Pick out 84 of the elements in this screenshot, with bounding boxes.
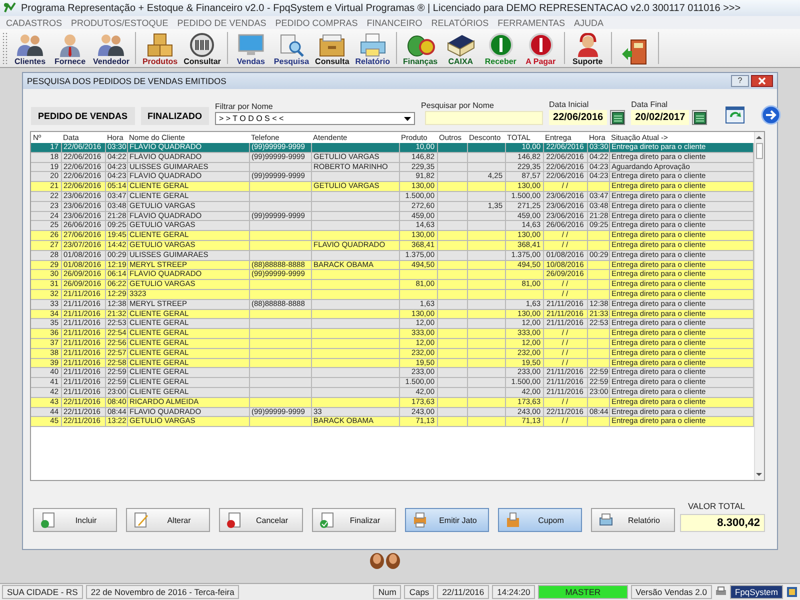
scroll-down-icon[interactable] bbox=[756, 473, 762, 476]
printer-icon bbox=[358, 33, 388, 57]
printer-icon bbox=[412, 512, 428, 528]
status-user: MASTER bbox=[538, 585, 628, 599]
action-button[interactable]: Emitir Jato bbox=[405, 508, 489, 532]
menu-item[interactable]: PEDIDO DE VENDAS bbox=[177, 18, 266, 28]
menu-item[interactable]: CADASTROS bbox=[6, 18, 62, 28]
date-field[interactable]: 22/06/2016 bbox=[549, 110, 608, 125]
toolbar-button[interactable]: Relatório bbox=[352, 29, 393, 67]
people-icon bbox=[96, 33, 126, 57]
field-label: Filtrar por Nome bbox=[215, 102, 274, 111]
toolbar-button[interactable]: Vendas bbox=[230, 29, 271, 67]
status-version: Versão Vendas 2.0 bbox=[630, 585, 712, 599]
money-icon bbox=[405, 33, 436, 57]
drawer-icon bbox=[317, 33, 348, 57]
menu-item[interactable]: FINANCEIRO bbox=[366, 18, 422, 28]
order-type-label: PEDIDO DE VENDAS bbox=[31, 107, 135, 125]
scrollbar-thumb[interactable] bbox=[756, 143, 763, 159]
boxes-icon bbox=[145, 33, 175, 57]
toolbar-button[interactable]: Clientes bbox=[10, 29, 50, 67]
toolbar-button[interactable]: Fornece bbox=[50, 29, 90, 67]
calendar-button[interactable] bbox=[692, 110, 708, 125]
close-button[interactable] bbox=[751, 75, 773, 87]
action-button[interactable]: Cupom bbox=[498, 508, 582, 532]
receipt-printer-icon bbox=[505, 512, 521, 528]
printer-icon bbox=[598, 512, 614, 528]
app-icon bbox=[3, 2, 17, 14]
total-label: VALOR TOTAL bbox=[687, 501, 746, 511]
toolbar-button[interactable]: Finanças bbox=[400, 29, 441, 67]
filter-dropdown[interactable]: > > T O D O S < < bbox=[215, 112, 416, 125]
calendar-icon bbox=[612, 112, 624, 124]
book-icon bbox=[446, 33, 476, 57]
people-icon bbox=[15, 33, 45, 57]
field-label: Data Inicial bbox=[549, 100, 590, 109]
scroll-up-icon[interactable] bbox=[756, 136, 762, 139]
menu-item[interactable]: AJUDA bbox=[574, 18, 604, 28]
status-label: FINALIZADO bbox=[140, 107, 210, 125]
menu-item[interactable]: PEDIDO COMPRAS bbox=[275, 18, 358, 28]
help-button[interactable]: ? bbox=[731, 75, 749, 87]
status-date: 22/11/2016 bbox=[437, 585, 490, 599]
cancel-document-icon bbox=[226, 512, 242, 528]
total-value-field: 8.300,42 bbox=[680, 514, 765, 532]
toolbar-button[interactable]: A Pagar bbox=[520, 29, 561, 67]
toolbar-button[interactable]: Vendedor bbox=[90, 29, 132, 67]
check-document-icon bbox=[319, 512, 335, 528]
action-button[interactable]: Alterar bbox=[126, 508, 210, 532]
add-document-icon bbox=[40, 512, 56, 528]
refresh-icon[interactable] bbox=[725, 105, 746, 125]
toolbar-button[interactable]: Suporte bbox=[568, 29, 608, 67]
status-date-text: 22 de Novembro de 2016 - Terca-feira bbox=[86, 585, 240, 599]
menu-item[interactable]: PRODUTOS/ESTOQUE bbox=[71, 18, 168, 28]
toolbar-button[interactable]: Pesquisa bbox=[270, 29, 312, 67]
monitor-icon bbox=[236, 33, 266, 57]
status-time: 14:24:20 bbox=[492, 585, 536, 599]
menu-item[interactable]: FERRAMENTAS bbox=[498, 18, 565, 28]
calendar-button[interactable] bbox=[610, 110, 626, 125]
date-field[interactable]: 20/02/2017 bbox=[631, 110, 690, 125]
field-label: Data Final bbox=[631, 100, 669, 109]
dropdown-caret-icon bbox=[404, 116, 412, 120]
printer-icon bbox=[715, 586, 727, 598]
toolbar-button[interactable]: Produtos bbox=[139, 29, 181, 67]
menu-item[interactable]: RELATÓRIOS bbox=[431, 18, 489, 28]
action-button[interactable]: Cancelar bbox=[219, 508, 303, 532]
action-button[interactable]: Relatório bbox=[591, 508, 675, 532]
toolbar-button[interactable]: Consultar bbox=[180, 29, 224, 67]
toolbar-button[interactable]: CAIXA bbox=[440, 29, 481, 67]
field-label: Pesquisar por Nome bbox=[421, 101, 495, 110]
status-brand: FpqSystem bbox=[730, 585, 783, 599]
dialog-title: PESQUISA DOS PEDIDOS DE VENDAS EMITIDOS bbox=[27, 76, 226, 86]
search-field[interactable] bbox=[425, 111, 544, 125]
sandals-drawing bbox=[368, 552, 402, 570]
close-icon bbox=[758, 77, 766, 85]
scrollbar[interactable] bbox=[754, 132, 764, 480]
window-title: Programa Representação + Estoque & Financeiro v2.0 - FpqSystem e Virtual Programas ® | Licenciado para DEMO REPRESENTACAO v2.0 300117 011016 >>> bbox=[21, 2, 741, 14]
action-button[interactable]: Finalizar bbox=[312, 508, 396, 532]
caps-lock-indicator: Caps bbox=[404, 585, 434, 599]
toolbar-button[interactable]: Consulta bbox=[312, 29, 352, 67]
calendar-icon bbox=[694, 112, 706, 124]
action-button[interactable]: Incluir bbox=[33, 508, 117, 532]
pencil-icon bbox=[133, 512, 149, 528]
num-lock-indicator: Num bbox=[373, 585, 402, 599]
toolbar-button[interactable]: Receber bbox=[480, 29, 521, 67]
app-icon bbox=[786, 586, 798, 598]
status-city: SUA CIDADE - RS bbox=[2, 585, 83, 599]
